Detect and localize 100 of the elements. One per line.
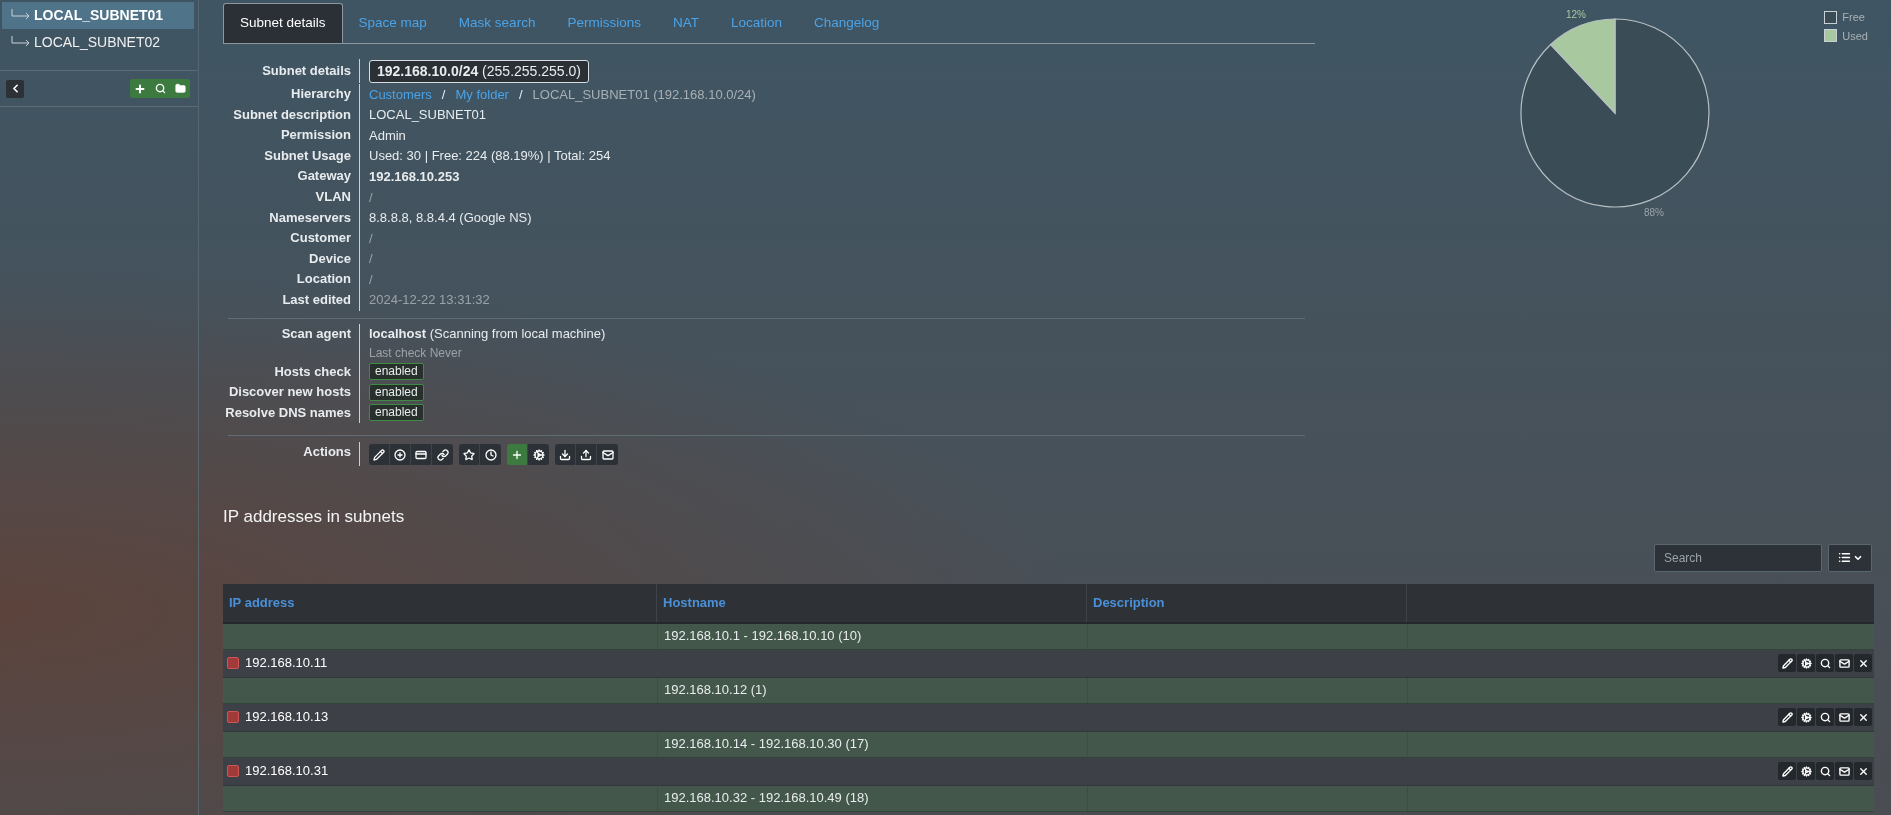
action-button[interactable] [555,444,576,466]
action-button[interactable] [597,444,618,466]
row-action-button[interactable] [1816,708,1834,727]
tab[interactable]: Permissions [551,3,657,43]
field-label: Subnet description [233,106,351,122]
action-button[interactable] [432,444,453,466]
mail-icon [1838,765,1850,777]
row-action-button[interactable] [1778,654,1796,673]
field-label: Resolve DNS names [225,404,351,420]
legend-swatch [1824,29,1838,43]
last-check-note: Last check Never [369,344,463,362]
action-button[interactable] [480,444,501,466]
breadcrumb-current: LOCAL_SUBNET01 (192.168.10.0/24) [532,85,756,104]
breadcrumb-link[interactable]: Customers [369,84,432,105]
plus-icon [511,448,523,461]
folder-button[interactable] [170,79,190,98]
mail-icon [1838,711,1850,723]
search-icon [154,83,166,94]
field-label: Discover new hosts [228,384,351,400]
ip-address[interactable]: 192.168.10.31 [245,761,329,781]
tab[interactable]: NAT [656,3,715,43]
close-icon [1857,711,1869,723]
tree-item[interactable]: LOCAL_SUBNET01 [2,2,194,29]
field-label: Permission [280,127,351,143]
list-icon [1837,551,1851,565]
status-badge: enabled [369,383,424,401]
status-square-icon [227,657,239,670]
field-label: Subnet details [262,63,351,78]
row-action-button[interactable] [1797,762,1815,781]
tree-item[interactable]: LOCAL_SUBNET02 [2,29,194,56]
add-button[interactable] [130,79,150,98]
row-action-button[interactable] [1778,708,1796,727]
status-badge: enabled [369,404,424,422]
column-header[interactable]: Description [1093,592,1165,613]
close-icon [1857,657,1869,669]
gears-icon [532,448,545,461]
status-square-icon [227,765,239,778]
field-value: / [369,250,373,269]
column-header[interactable]: Hostname [663,592,726,613]
gears-icon [1800,765,1812,777]
search-icon [1819,711,1831,723]
row-action-button[interactable] [1835,708,1853,727]
tab[interactable]: Space map [342,3,443,43]
columns-button[interactable] [1828,543,1872,572]
pencil-icon [1781,765,1793,777]
action-button[interactable] [576,444,597,466]
download-icon [559,448,571,461]
collapse-button[interactable] [6,79,24,98]
pencil-icon [373,448,385,461]
tab[interactable]: Location [714,3,798,43]
field-label: Hierarchy [291,86,351,101]
row-action-button[interactable] [1835,762,1853,781]
status-badge: enabled [369,363,424,381]
field-label: Hosts check [274,363,351,379]
row-action-button[interactable] [1854,762,1872,781]
field-label: Nameservers [269,209,351,225]
field-label: Actions [303,444,351,460]
field-label: Scan agent [281,325,351,341]
subnet-address: 192.168.10.0/24 (255.255.255.0) [369,59,589,83]
action-button[interactable] [459,444,480,466]
column-header[interactable]: IP address [229,592,295,613]
field-value: LOCAL_SUBNET01 [369,106,487,125]
gears-icon [1800,711,1812,723]
row-action-button[interactable] [1778,762,1796,781]
pencil-icon [1781,657,1793,669]
breadcrumb-link[interactable]: My folder [455,84,509,105]
free-range-text: 192.168.10.1 - 192.168.10.10 (10) [664,627,862,646]
tab[interactable]: Changelog [797,3,896,43]
field-label: Gateway [297,168,351,184]
row-action-button[interactable] [1854,708,1872,727]
action-button[interactable] [369,444,390,466]
row-action-button[interactable] [1816,654,1834,673]
row-action-button[interactable] [1854,654,1872,673]
status-square-icon [227,711,239,724]
field-value: / [369,188,373,207]
search-field[interactable]: Search [1654,543,1822,572]
row-action-button[interactable] [1835,654,1853,673]
field-value: 2024-12-22 13:31:32 [369,291,490,310]
tab[interactable]: Subnet details [223,3,343,43]
breadcrumb-separator: / [441,85,446,104]
ip-address[interactable]: 192.168.10.11 [245,653,328,673]
action-button[interactable] [390,444,411,466]
mail-icon [601,448,614,461]
breadcrumb-separator: / [518,85,523,104]
action-button[interactable] [411,444,432,466]
action-button[interactable] [507,444,528,466]
plus-circle-icon [394,448,406,461]
field-value: / [369,270,373,289]
folder-icon [174,83,186,94]
free-range-text: 192.168.10.14 - 192.168.10.30 (17) [664,735,869,754]
ip-address[interactable]: 192.168.10.13 [245,707,329,727]
legend-label: Used [1842,28,1868,44]
row-action-button[interactable] [1816,762,1834,781]
action-button[interactable] [528,444,549,466]
field-label: Customer [290,230,351,246]
field-value: 192.168.10.253 [369,167,460,186]
row-action-button[interactable] [1797,708,1815,727]
mail-icon [1838,657,1850,669]
tab[interactable]: Mask search [442,3,552,43]
row-action-button[interactable] [1797,654,1815,673]
